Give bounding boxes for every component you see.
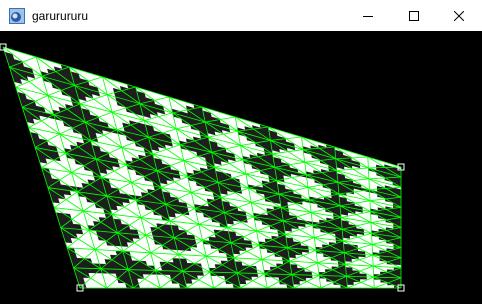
maximize-icon [409, 10, 419, 21]
checker-cell [216, 272, 225, 277]
checker-cell [234, 261, 243, 266]
render-canvas[interactable] [0, 31, 482, 304]
checker-cell [262, 262, 271, 268]
checker-cell [345, 270, 354, 274]
checker-cell [223, 272, 232, 277]
checker-cell [292, 277, 300, 282]
checker-cell [258, 280, 267, 285]
window-title: garurururu [32, 9, 89, 23]
checker-cell [238, 280, 247, 285]
checker-texture [2, 46, 402, 289]
checker-cell [338, 266, 347, 271]
checker-cell [215, 268, 224, 273]
checker-cell [283, 267, 292, 272]
checker-cell [380, 285, 388, 289]
checker-cell [189, 271, 198, 276]
checker-cell [373, 271, 381, 275]
checker-cell [290, 267, 299, 272]
checker-cell [188, 267, 197, 272]
checker-cell [345, 267, 353, 271]
checker-cell [273, 284, 281, 289]
checker-cell [196, 271, 205, 277]
checker-cell [226, 283, 235, 289]
checker-cell [346, 278, 354, 283]
checker-cell [199, 283, 208, 289]
checker-cell [366, 279, 375, 283]
checker-cell [312, 278, 321, 282]
checker-cell [285, 277, 294, 282]
checker-cell [279, 284, 288, 289]
checker-cell [360, 284, 368, 289]
checker-cell [339, 278, 348, 283]
checker-cell [319, 278, 327, 283]
checker-cell [338, 269, 347, 274]
checker-cell [227, 261, 236, 266]
checker-cell [306, 284, 315, 289]
checker-cell [231, 276, 240, 281]
checker-cell [312, 281, 321, 286]
checker-cell [219, 283, 228, 289]
checker-cell [237, 276, 246, 281]
checker-cell [310, 265, 319, 270]
checker-cell [265, 280, 274, 285]
checker-cell [222, 268, 231, 273]
checker-cell [373, 282, 382, 286]
checker-cell [235, 265, 244, 270]
minimize-icon [363, 15, 373, 17]
checker-cell [195, 267, 204, 273]
checker-cell [299, 284, 308, 289]
app-window: garurururu [0, 0, 482, 304]
checker-cell [258, 276, 267, 282]
checker-cell [366, 271, 374, 275]
minimize-button[interactable] [345, 0, 391, 31]
checker-cell [318, 268, 326, 273]
maximize-button[interactable] [391, 0, 437, 31]
checker-cell [339, 281, 348, 286]
checker-cell [333, 284, 342, 289]
checker-cell [172, 283, 181, 289]
checker-cell [393, 272, 402, 276]
checker-cell [319, 281, 328, 286]
checker-cell [168, 270, 178, 276]
checker-cell [246, 284, 255, 289]
checker-cell [285, 280, 294, 285]
warped-checkerboard-mesh[interactable] [0, 31, 482, 304]
checker-cell [367, 282, 375, 286]
checker-cell [231, 280, 240, 285]
checker-cell [353, 284, 362, 289]
checker-cell [290, 264, 298, 269]
close-button[interactable] [436, 0, 482, 31]
checker-cell [292, 281, 301, 285]
checker-cell [264, 277, 273, 282]
checker-cell [283, 263, 292, 269]
checker-cell [394, 280, 402, 284]
title-bar[interactable]: garurururu [0, 0, 482, 31]
checker-cell [192, 283, 201, 289]
checker-cell [252, 284, 261, 289]
app-icon [9, 8, 25, 24]
checker-cell [373, 279, 381, 283]
checker-cell [317, 265, 326, 270]
checker-cell [262, 266, 272, 271]
checker-cell [326, 284, 335, 289]
checker-cell [311, 268, 319, 273]
checker-cell [255, 262, 264, 267]
checker-cell [346, 281, 355, 286]
close-icon [454, 10, 464, 21]
